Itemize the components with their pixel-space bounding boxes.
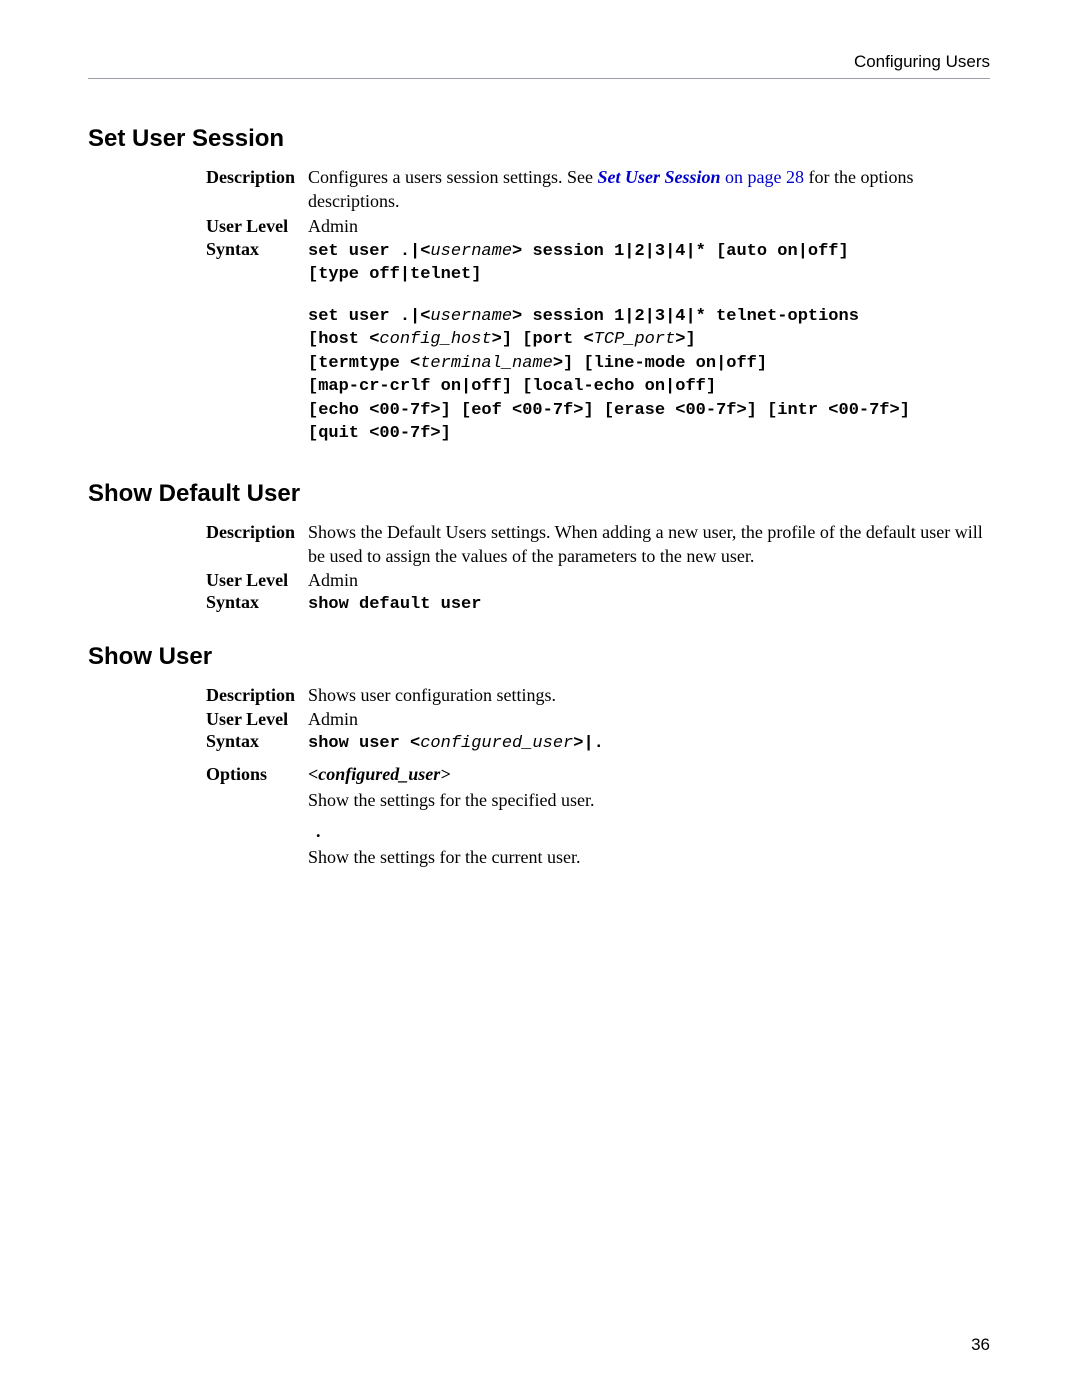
label-description: Description [206, 522, 308, 543]
value-user-level: Admin [308, 707, 990, 731]
s1c: > session 1|2|3|4|* [auto on|off] [512, 242, 849, 261]
heading-show-default-user: Show Default User [88, 480, 990, 508]
value-syntax: show user <configured_user>|. [308, 732, 990, 755]
entry-show-default-user: Description Shows the Default Users sett… [206, 520, 990, 617]
row-description: Description Configures a users session s… [206, 165, 990, 214]
running-header: Configuring Users [88, 52, 990, 72]
label-description: Description [206, 167, 308, 188]
heading-set-user-session: Set User Session [88, 125, 990, 153]
label-syntax: Syntax [206, 592, 308, 613]
s2l5: [echo <00-7f>] [eof <00-7f>] [erase <00-… [308, 399, 990, 422]
row-description: Description Shows user configuration set… [206, 683, 990, 707]
value-description: Shows the Default Users settings. When a… [308, 520, 990, 569]
value-description: Shows user configuration settings. [308, 683, 990, 707]
s1a: set user .|< [308, 242, 430, 261]
row-description: Description Shows the Default Users sett… [206, 520, 990, 569]
syntax-block-1: set user .|<username> session 1|2|3|4|* … [308, 240, 990, 287]
s2l2a: [host < [308, 330, 379, 349]
s2l4: [map-cr-crlf on|off] [local-echo on|off] [308, 375, 990, 398]
label-user-level: User Level [206, 709, 308, 730]
row-user-level: User Level Admin [206, 707, 990, 731]
option-desc-configured-user: Show the settings for the specified user… [308, 788, 990, 812]
su-a: show user < [308, 734, 420, 753]
s2l3a: [termtype < [308, 354, 420, 373]
value-options: <configured_user> Show the settings for … [308, 762, 990, 869]
row-syntax: Syntax show user <configured_user>|. [206, 731, 990, 755]
entry-show-user: Description Shows user configuration set… [206, 683, 990, 869]
row-user-level: User Level Admin [206, 568, 990, 592]
label-user-level: User Level [206, 570, 308, 591]
option-desc-dot: Show the settings for the current user. [308, 845, 990, 869]
page-number: 36 [971, 1335, 990, 1355]
option-term-dot: . [308, 819, 990, 843]
label-syntax: Syntax [206, 239, 308, 260]
s2l2d: TCP_port [594, 330, 676, 349]
s2l3c: >] [line-mode on|off] [553, 354, 767, 373]
s2c: > session 1|2|3|4|* telnet-options [512, 307, 859, 326]
entry-set-user-session: Description Configures a users session s… [206, 165, 990, 446]
desc-pre: Configures a users session settings. See [308, 167, 597, 187]
heading-show-user: Show User [88, 643, 990, 671]
row-syntax: Syntax show default user [206, 592, 990, 616]
value-user-level: Admin [308, 214, 990, 238]
option-term-configured-user: <configured_user> [308, 762, 990, 786]
su-b: configured_user [420, 734, 573, 753]
syntax-block-2: set user .|<username> session 1|2|3|4|* … [308, 305, 990, 446]
label-user-level: User Level [206, 216, 308, 237]
s1l2: [type off|telnet] [308, 263, 990, 286]
s1b: username [430, 242, 512, 261]
s2l2c: >] [port < [492, 330, 594, 349]
label-description: Description [206, 685, 308, 706]
s2l2b: config_host [379, 330, 491, 349]
s2l2e: >] [675, 330, 695, 349]
s2a: set user .|< [308, 307, 430, 326]
s2l3b: terminal_name [420, 354, 553, 373]
label-syntax: Syntax [206, 731, 308, 752]
label-options: Options [206, 764, 308, 785]
s2b: username [430, 307, 512, 326]
row-user-level: User Level Admin [206, 214, 990, 238]
value-syntax: set user .|<username> session 1|2|3|4|* … [308, 238, 990, 446]
link-set-user-session[interactable]: Set User Session [597, 167, 720, 187]
su-c: >|. [573, 734, 604, 753]
page-container: Configuring Users Set User Session Descr… [0, 0, 1080, 1397]
header-rule [88, 78, 990, 79]
row-syntax: Syntax set user .|<username> session 1|2… [206, 238, 990, 446]
link-set-user-session-page[interactable]: on page 28 [721, 167, 804, 187]
value-user-level: Admin [308, 568, 990, 592]
s2l6: [quit <00-7f>] [308, 422, 990, 445]
value-description: Configures a users session settings. See… [308, 165, 990, 214]
row-options: Options <configured_user> Show the setti… [206, 762, 990, 869]
value-syntax: show default user [308, 593, 990, 616]
